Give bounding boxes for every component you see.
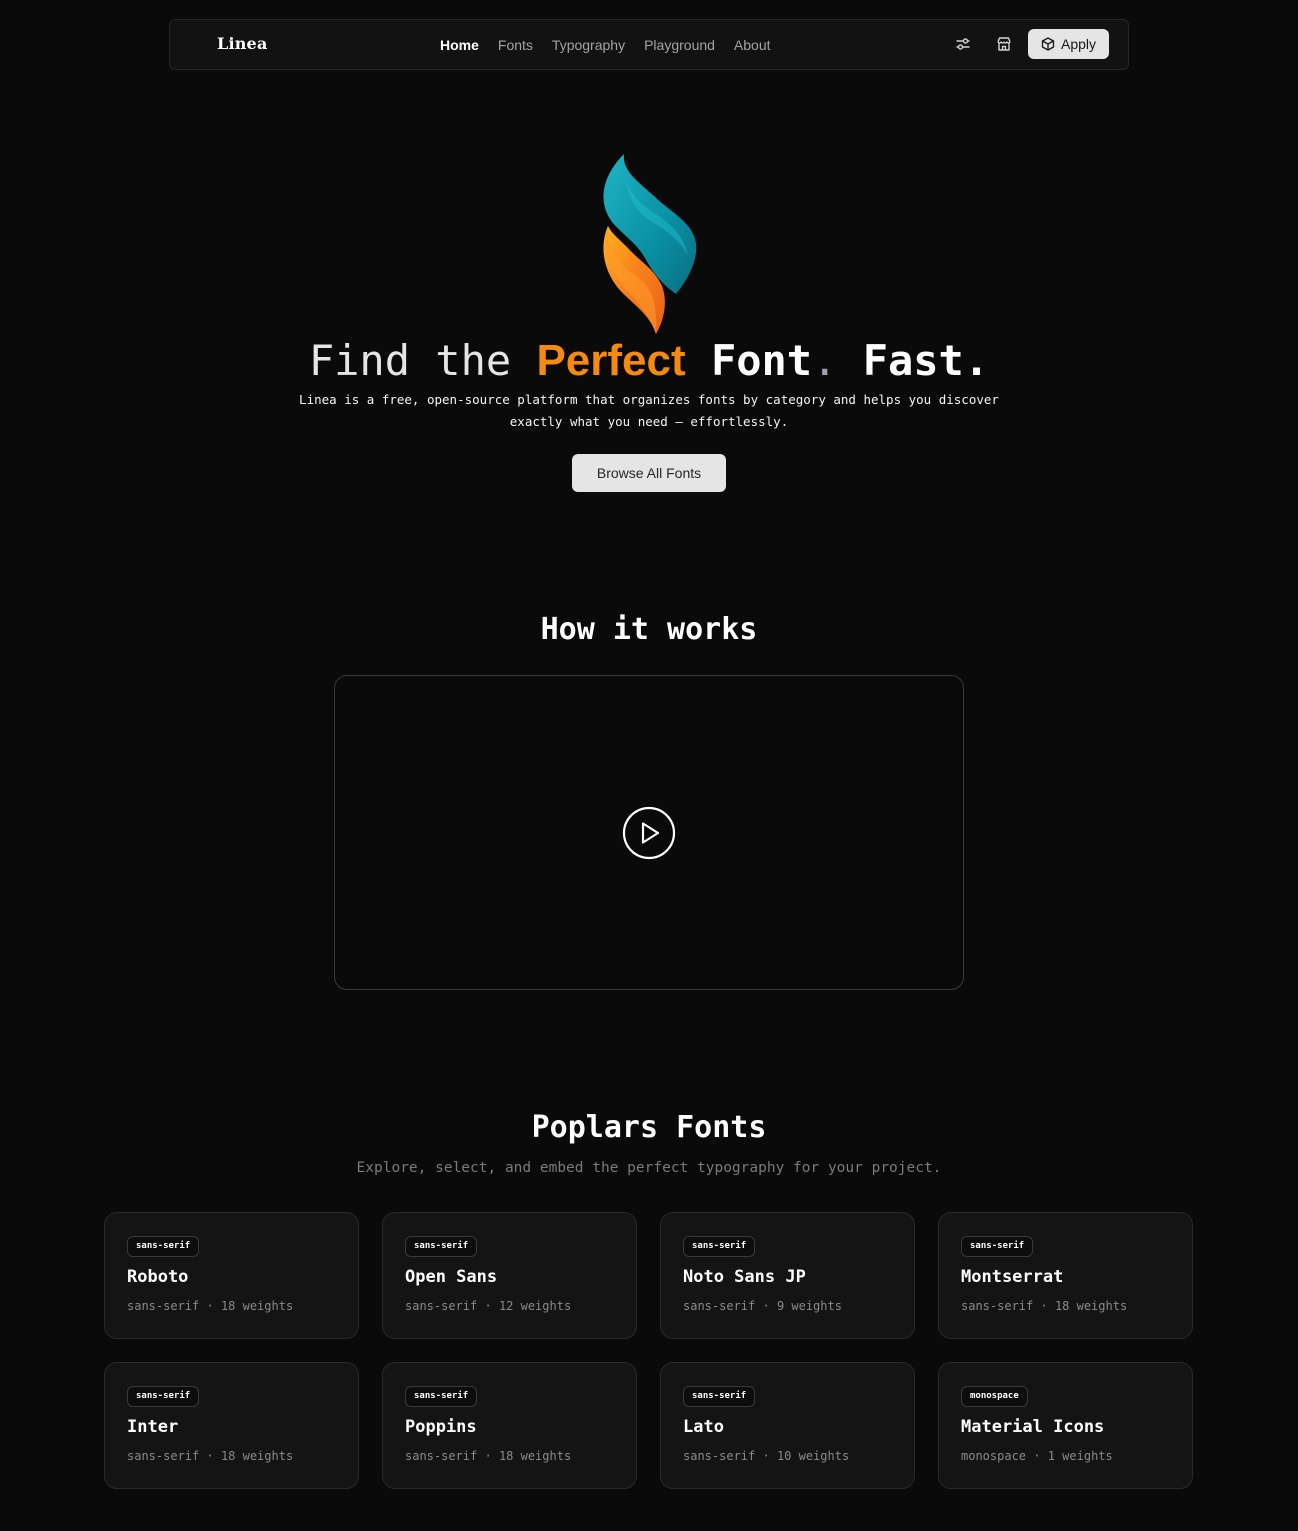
browse-all-fonts-button[interactable]: Browse All Fonts (572, 454, 726, 492)
font-meta: sans-serif · 12 weights (405, 1299, 572, 1313)
font-meta: sans-serif · 10 weights (683, 1449, 850, 1463)
brand-logo[interactable]: Linea (217, 34, 268, 53)
font-card-material-icons[interactable]: monospace Material Icons monospace · 1 w… (938, 1362, 1193, 1489)
apply-button[interactable]: Apply (1028, 29, 1109, 59)
font-weights: 18 weights (1054, 1299, 1128, 1313)
font-card-lato[interactable]: sans-serif Lato sans-serif · 10 weights (660, 1362, 915, 1489)
font-name: Lato (683, 1417, 724, 1437)
package-icon (1041, 37, 1055, 51)
popular-fonts-title: Poplars Fonts (531, 1110, 767, 1145)
sliders-icon[interactable] (954, 35, 972, 53)
font-meta: sans-serif · 18 weights (127, 1299, 294, 1313)
font-cards-grid: sans-serif Roboto sans-serif · 18 weight… (104, 1212, 1194, 1489)
font-meta: sans-serif · 18 weights (127, 1449, 294, 1463)
font-name: Material Icons (961, 1417, 1105, 1437)
popular-fonts-subtitle: Explore, select, and embed the perfect t… (356, 1160, 942, 1176)
font-meta: sans-serif · 18 weights (961, 1299, 1128, 1313)
how-it-works-title: How it works (540, 612, 758, 647)
video-player[interactable] (334, 675, 964, 990)
hero-title-part1: Find the (308, 336, 512, 385)
category-badge: monospace (961, 1386, 1028, 1407)
font-weights: 10 weights (776, 1449, 850, 1463)
font-name: Poppins (405, 1417, 477, 1437)
apply-label: Apply (1060, 36, 1097, 52)
font-card-montserrat[interactable]: sans-serif Montserrat sans-serif · 18 we… (938, 1212, 1193, 1339)
font-name: Inter (127, 1417, 179, 1437)
font-category: sans-serif (127, 1449, 200, 1463)
font-name: Noto Sans JP (683, 1267, 806, 1287)
hero-title-accent: Perfect (536, 336, 686, 385)
font-category: monospace (961, 1449, 1027, 1463)
font-category: sans-serif (405, 1299, 478, 1313)
font-name: Montserrat (961, 1267, 1064, 1287)
nav-link-home[interactable]: Home (440, 37, 479, 53)
category-badge: sans-serif (127, 1236, 200, 1257)
font-card-roboto[interactable]: sans-serif Roboto sans-serif · 18 weight… (104, 1212, 359, 1339)
font-weights: 9 weights (776, 1299, 842, 1313)
store-icon[interactable] (995, 35, 1013, 53)
font-meta: monospace · 1 weights (961, 1449, 1113, 1463)
font-weights: 18 weights (498, 1449, 572, 1463)
category-badge: sans-serif (405, 1386, 478, 1407)
font-meta: sans-serif · 18 weights (405, 1449, 572, 1463)
category-badge: sans-serif (683, 1236, 756, 1257)
font-meta: sans-serif · 9 weights (683, 1299, 842, 1313)
font-weights: 1 weights (1047, 1449, 1113, 1463)
font-category: sans-serif (961, 1299, 1034, 1313)
font-weights: 18 weights (220, 1299, 294, 1313)
font-weights: 18 weights (220, 1449, 294, 1463)
navbar: Linea Home Fonts Typography Playground A… (169, 19, 1129, 70)
font-card-noto-sans-jp[interactable]: sans-serif Noto Sans JP sans-serif · 9 w… (660, 1212, 915, 1339)
hero-title-part2: Font (710, 336, 813, 385)
font-category: sans-serif (127, 1299, 200, 1313)
font-name: Open Sans (405, 1267, 498, 1287)
font-card-open-sans[interactable]: sans-serif Open Sans sans-serif · 12 wei… (382, 1212, 637, 1339)
hero-subtitle: Linea is a free, open-source platform th… (299, 392, 999, 429)
nav-link-playground[interactable]: Playground (644, 37, 715, 53)
flame-logo (598, 152, 698, 337)
play-icon[interactable] (622, 806, 676, 860)
nav-link-typography[interactable]: Typography (552, 37, 625, 53)
category-badge: sans-serif (405, 1236, 478, 1257)
font-category: sans-serif (683, 1299, 756, 1313)
nav-links: Home Fonts Typography Playground About (440, 20, 771, 69)
font-card-inter[interactable]: sans-serif Inter sans-serif · 18 weights (104, 1362, 359, 1489)
font-card-poppins[interactable]: sans-serif Poppins sans-serif · 18 weigh… (382, 1362, 637, 1489)
font-category: sans-serif (683, 1449, 756, 1463)
category-badge: sans-serif (961, 1236, 1034, 1257)
font-category: sans-serif (405, 1449, 478, 1463)
font-name: Roboto (127, 1267, 189, 1287)
font-weights: 12 weights (498, 1299, 572, 1313)
nav-link-about[interactable]: About (734, 37, 771, 53)
nav-link-fonts[interactable]: Fonts (498, 37, 533, 53)
hero-title-dot: . (812, 336, 838, 385)
category-badge: sans-serif (683, 1386, 756, 1407)
category-badge: sans-serif (127, 1386, 200, 1407)
hero-title-part3: Fast. (862, 336, 990, 385)
hero-title: Find the Perfect Font. Fast. (0, 335, 1298, 387)
